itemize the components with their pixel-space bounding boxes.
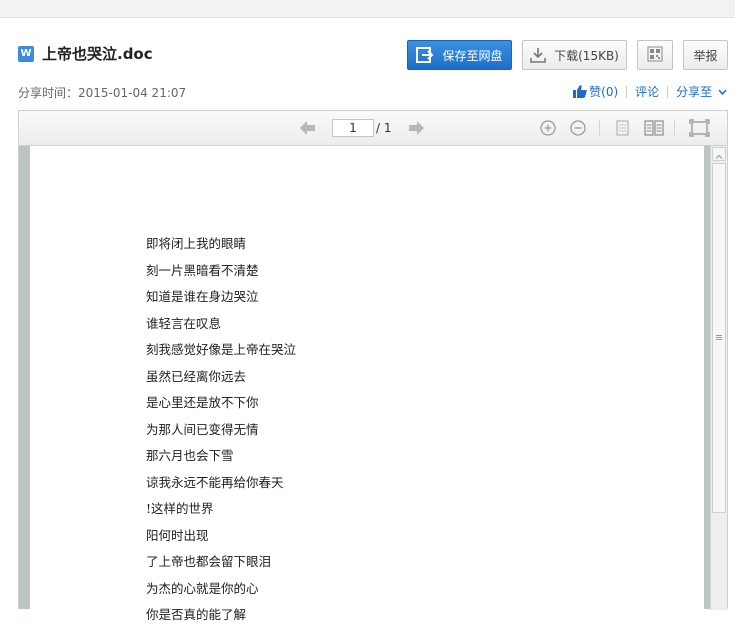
divider	[626, 85, 628, 98]
scrollbar-thumb[interactable]	[712, 163, 726, 513]
scroll-grip	[716, 337, 722, 338]
document-line: 刻我感觉好像是上帝在哭泣	[146, 342, 297, 357]
toolbar-divider	[674, 120, 675, 136]
report-button[interactable]: 举报	[683, 40, 728, 70]
word-file-icon: W	[18, 46, 34, 62]
page-total: / 1	[376, 121, 392, 135]
like-label: 赞(0)	[589, 85, 619, 99]
single-page-view-icon[interactable]	[616, 120, 630, 140]
document-line: 为杰的心就是你的心	[146, 580, 259, 596]
share-time: 分享时间：2015-01-04 21:07	[18, 86, 187, 100]
document-line: 为那人间已变得无情	[146, 421, 259, 437]
scroll-grip	[716, 339, 722, 340]
document-line: 阳何时出现	[146, 527, 209, 543]
share-dropdown[interactable]: 分享至	[676, 83, 727, 100]
toolbar-divider	[599, 120, 600, 136]
double-page-view-icon[interactable]	[644, 120, 664, 140]
document-line: 即将闭上我的眼睛	[146, 236, 247, 251]
comment-link[interactable]: 评论	[635, 83, 659, 100]
save-to-cloud-label: 保存至网盘	[442, 48, 503, 63]
document-viewer: / 1 即将闭上我的眼睛刻一片黑暗看不清楚知道是谁在身边哭泣谁轻言在叹息刻我感觉…	[18, 110, 728, 622]
document-line: 谁轻言在叹息	[146, 315, 222, 331]
file-title: 上帝也哭泣.doc	[42, 45, 153, 63]
share-actions: 赞(0) 评论 分享至	[573, 83, 727, 100]
qr-code-button[interactable]	[637, 40, 673, 70]
top-bar	[0, 0, 735, 18]
document-line: 谅我永远不能再给你春天	[146, 474, 284, 490]
save-to-cloud-button[interactable]: 保存至网盘	[407, 40, 512, 70]
like-button[interactable]: 赞(0)	[573, 83, 618, 100]
document-line: 那六月也会下雪	[146, 448, 234, 463]
document-line: 了上帝也都会留下眼泪	[146, 554, 272, 569]
scroll-up-button[interactable]	[712, 147, 726, 161]
chevron-up-icon	[715, 154, 723, 159]
report-label: 举报	[693, 48, 718, 63]
prev-page-icon[interactable]	[299, 120, 316, 140]
document-line: 是心里还是放不下你	[146, 395, 259, 410]
download-button[interactable]: 下载(15KB)	[522, 40, 627, 70]
vertical-scrollbar[interactable]	[710, 146, 727, 610]
document-line: !这样的世界	[146, 501, 214, 516]
document-line: 知道是谁在身边哭泣	[146, 289, 259, 304]
document-line: 刻一片黑暗看不清楚	[146, 262, 259, 278]
next-page-icon[interactable]	[408, 120, 425, 140]
scroll-grip	[716, 335, 722, 336]
document-page: 即将闭上我的眼睛 刻一片黑暗看不清楚 知道是谁在身边哭泣 谁轻言在叹息刻我感觉好像是上…	[30, 146, 704, 622]
fullscreen-icon[interactable]	[689, 119, 710, 141]
page-number-input[interactable]	[332, 119, 374, 137]
divider	[667, 85, 669, 98]
save-to-cloud-icon	[416, 47, 434, 63]
download-icon	[530, 47, 546, 63]
qr-code-icon	[647, 46, 663, 65]
download-label: 下载(15KB)	[554, 48, 619, 63]
zoom-in-icon[interactable]	[540, 120, 556, 140]
document-line: 你是否真的能了解	[146, 607, 247, 622]
thumbs-up-icon	[573, 85, 587, 98]
document-text: 即将闭上我的眼睛 刻一片黑暗看不清楚 知道是谁在身边哭泣 谁轻言在叹息刻我感觉好像是上…	[146, 231, 296, 629]
zoom-out-icon[interactable]	[570, 120, 586, 140]
viewer-toolbar: / 1	[19, 111, 727, 146]
chevron-down-icon	[718, 89, 727, 96]
share-label: 分享至	[676, 85, 713, 99]
document-line: 虽然已经离你远去	[146, 368, 247, 384]
